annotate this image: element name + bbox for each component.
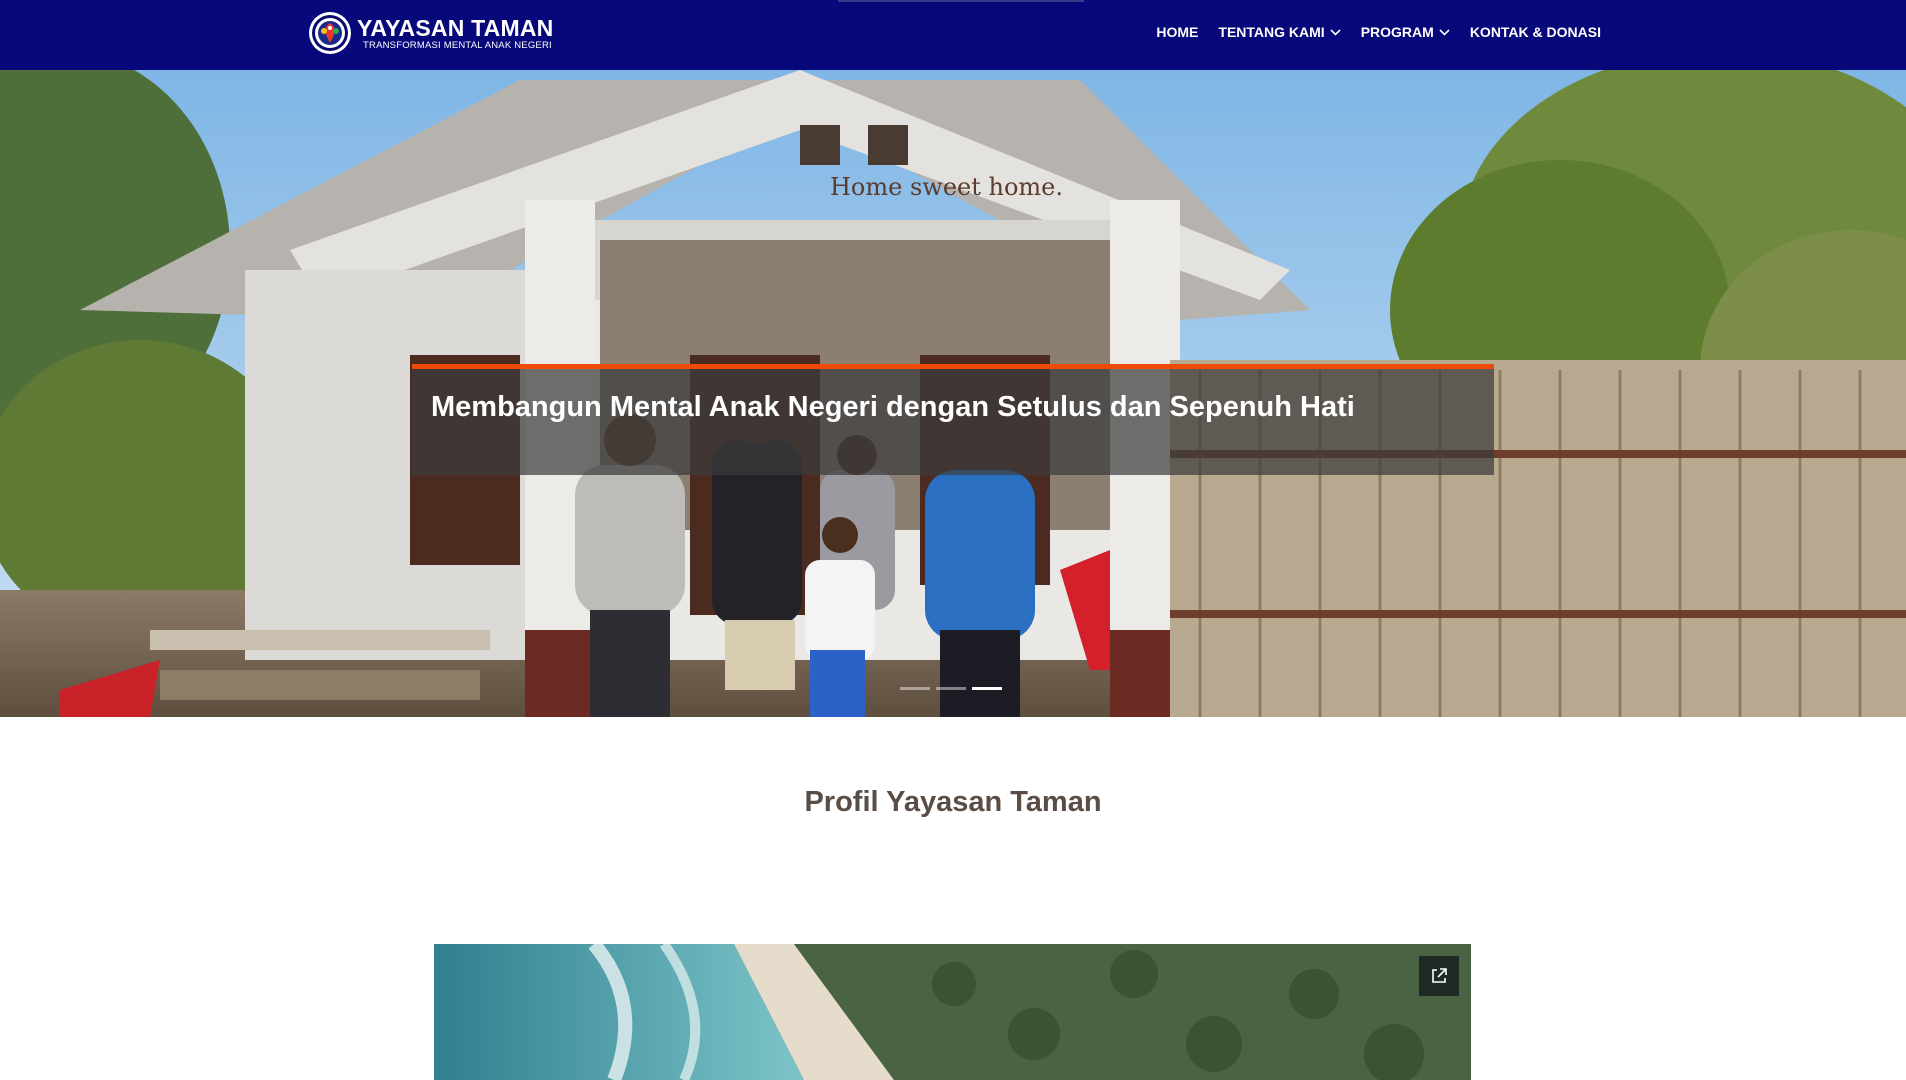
nav-program-label: PROGRAM: [1360, 24, 1434, 40]
brand-tagline: TRANSFORMASI MENTAL ANAK NEGERI: [363, 39, 552, 51]
hero-slider: Home sweet home. Membangun Mental Anak N…: [0, 70, 1906, 717]
nav-tentang-kami-label: TENTANG KAMI: [1218, 24, 1325, 40]
chevron-down-icon: [1439, 28, 1450, 36]
nav-home[interactable]: HOME: [1156, 24, 1198, 40]
top-navbar: YAYASAN TAMAN TRANSFORMASI MENTAL ANAK N…: [0, 0, 1906, 70]
nav-tentang-kami[interactable]: TENTANG KAMI: [1218, 24, 1341, 40]
nav-program[interactable]: PROGRAM: [1361, 24, 1450, 40]
brand-name: YAYASAN TAMAN: [357, 14, 554, 41]
hero-caption-box: Membangun Mental Anak Negeri dengan Setu…: [412, 364, 1494, 475]
profile-video-embed[interactable]: [434, 944, 1471, 1080]
slide-indicator-3[interactable]: [972, 687, 1002, 690]
slide-indicator-1[interactable]: [900, 687, 930, 690]
sign-text: Home sweet home.: [830, 173, 1063, 201]
video-thumbnail-aerial-beach: [434, 944, 1471, 1080]
chevron-down-icon: [1330, 28, 1341, 36]
slider-indicators: [900, 687, 1008, 690]
nav-home-label: HOME: [1156, 24, 1199, 40]
brand-logo-link[interactable]: YAYASAN TAMAN TRANSFORMASI MENTAL ANAK N…: [308, 11, 553, 55]
hero-caption-title: Membangun Mental Anak Negeri dengan Setu…: [431, 391, 1355, 423]
slide-indicator-2[interactable]: [936, 687, 966, 690]
nav-kontak-donasi-label: KONTAK & DONASI: [1469, 24, 1601, 40]
main-menu: HOME TENTANG KAMI PROGRAM KONTAK & DONAS…: [1136, 0, 1601, 64]
open-external-button[interactable]: [1419, 956, 1459, 996]
nav-kontak-donasi[interactable]: KONTAK & DONASI: [1470, 24, 1601, 40]
profile-section-title: Profil Yayasan Taman: [804, 786, 1102, 818]
nav-top-accent-line: [838, 0, 1084, 2]
yayasan-logo-icon: [309, 12, 351, 54]
external-link-icon: [1432, 968, 1447, 983]
